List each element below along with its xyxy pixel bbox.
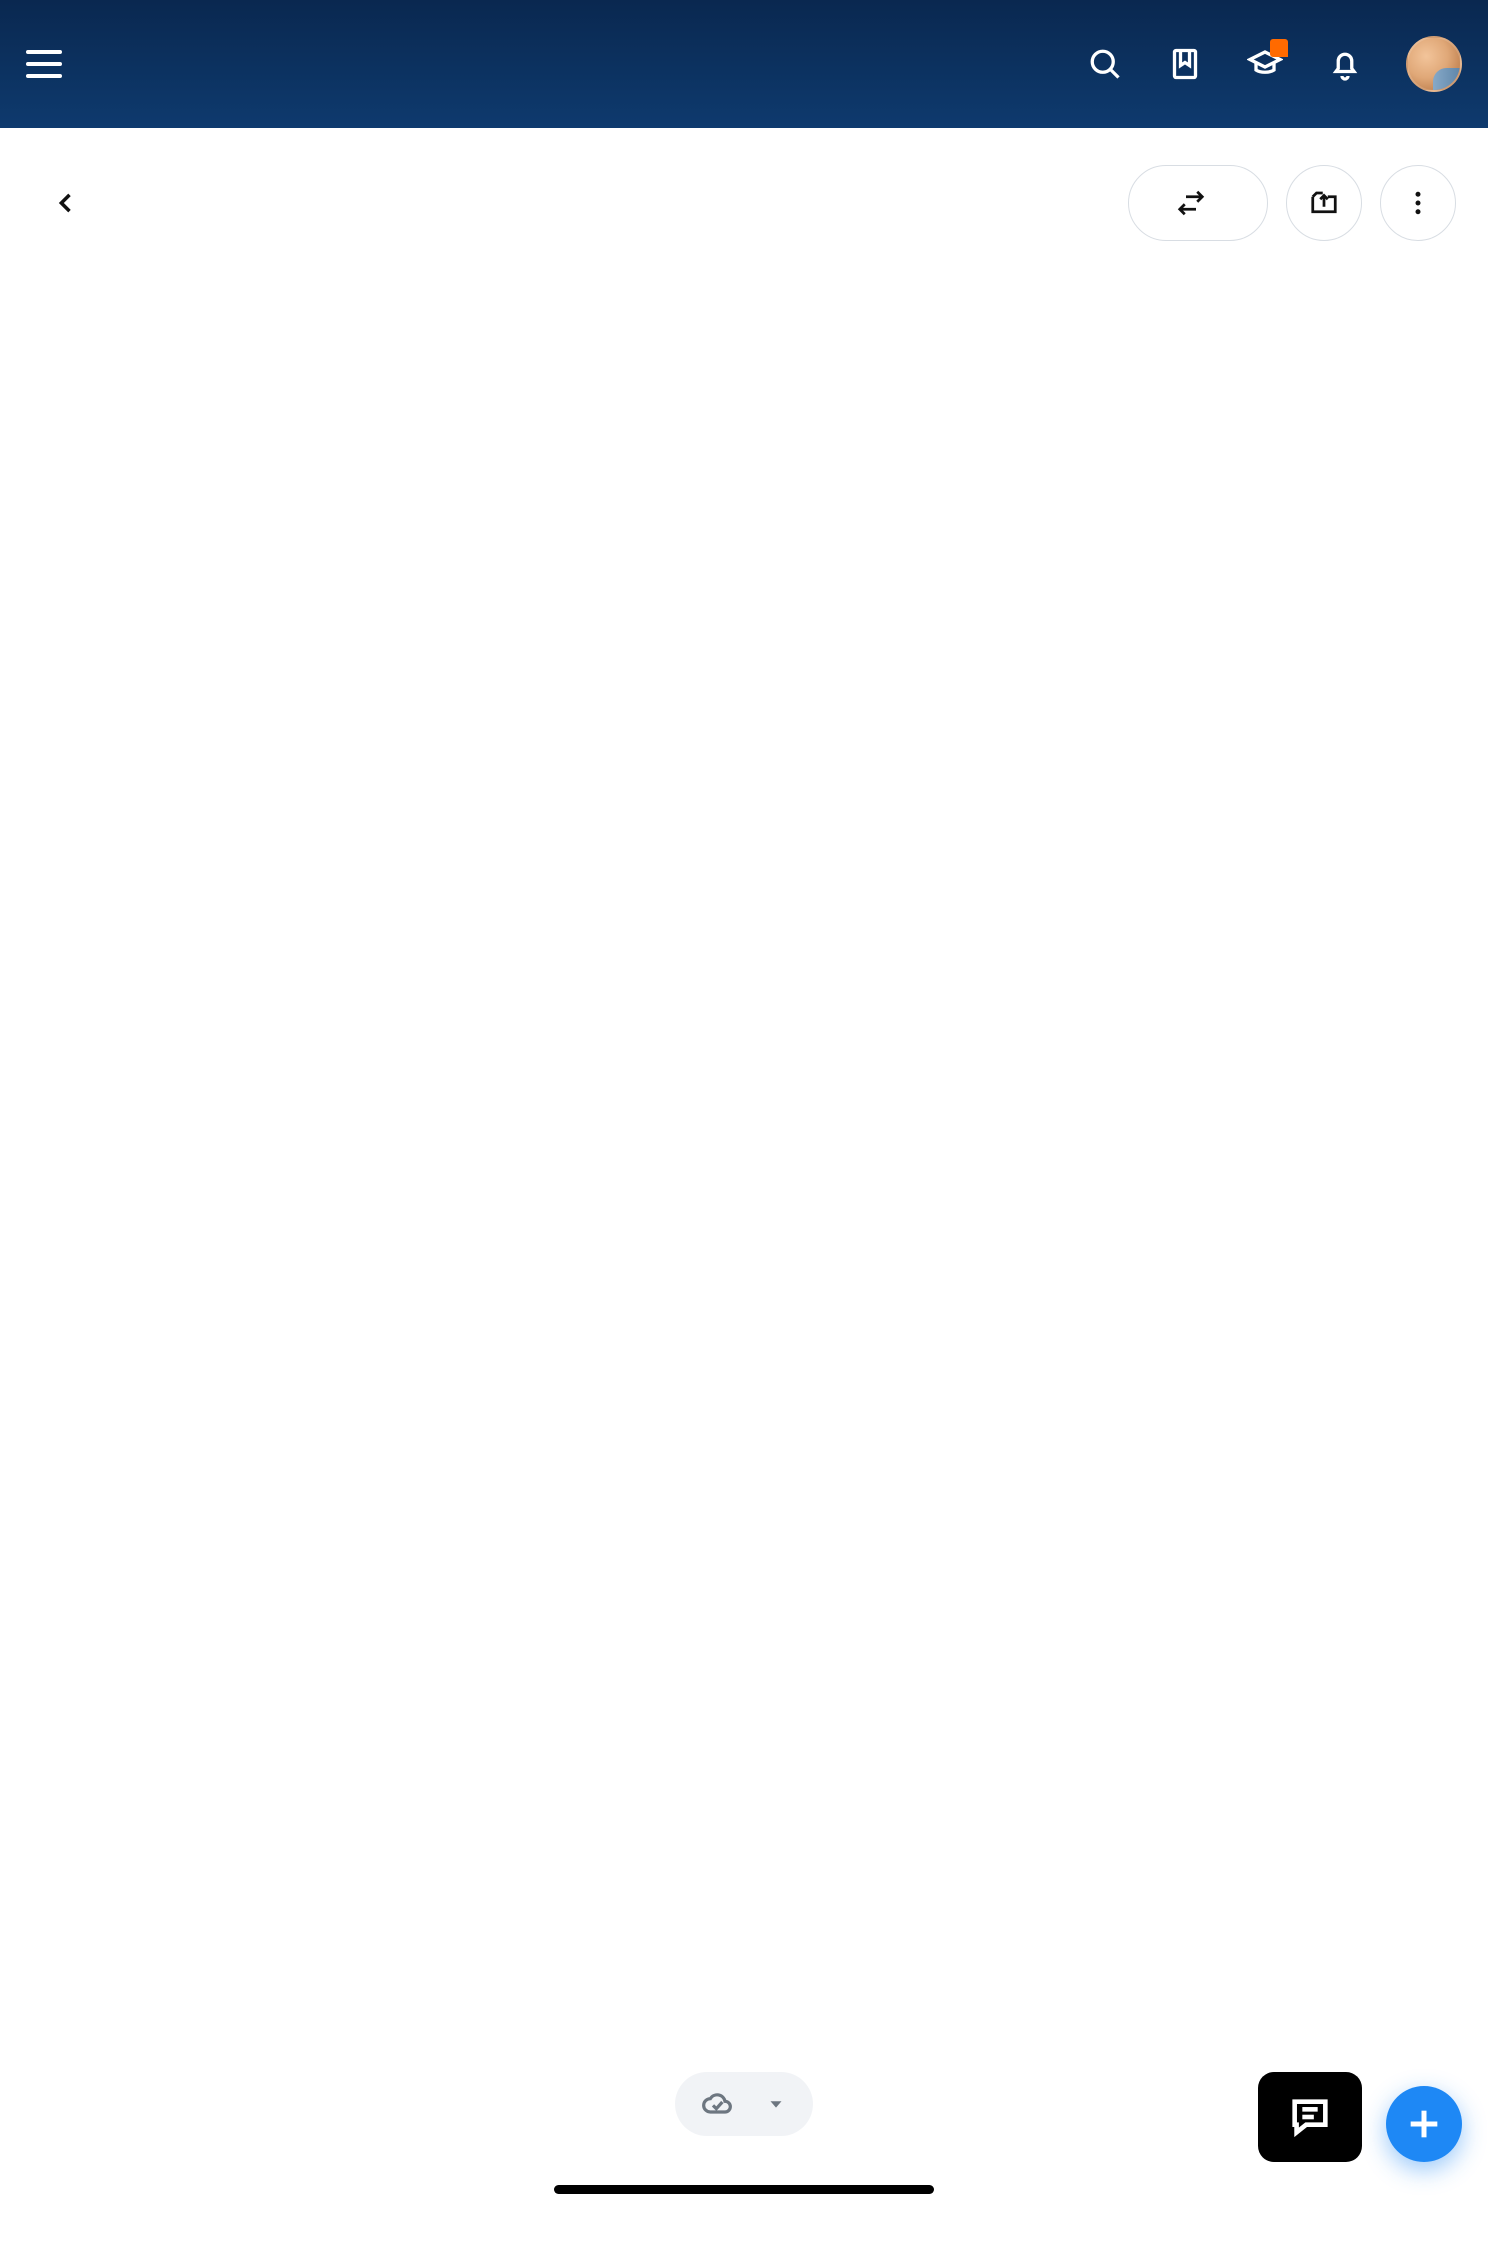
saved-indicator[interactable] bbox=[675, 2072, 813, 2136]
export-button[interactable] bbox=[1286, 165, 1362, 241]
search-icon[interactable] bbox=[1086, 45, 1124, 83]
retweet-button[interactable] bbox=[1128, 165, 1268, 241]
sheet bbox=[0, 128, 1488, 2266]
connectors-layer bbox=[0, 278, 1488, 2266]
chevron-down-icon bbox=[765, 2093, 787, 2115]
add-button[interactable] bbox=[1386, 2086, 1462, 2162]
flow-canvas[interactable] bbox=[0, 278, 1488, 2266]
notification-dot bbox=[1270, 39, 1288, 57]
back-button[interactable] bbox=[46, 183, 86, 223]
bell-icon[interactable] bbox=[1326, 45, 1364, 83]
more-button[interactable] bbox=[1380, 165, 1456, 241]
cloud-check-icon bbox=[701, 2088, 733, 2120]
bookmark-icon[interactable] bbox=[1166, 45, 1204, 83]
menu-icon[interactable] bbox=[26, 50, 62, 78]
academy-icon[interactable] bbox=[1246, 45, 1284, 83]
chat-button[interactable] bbox=[1258, 2072, 1362, 2162]
top-nav bbox=[0, 0, 1488, 128]
home-indicator bbox=[554, 2185, 934, 2194]
avatar[interactable] bbox=[1406, 36, 1462, 92]
